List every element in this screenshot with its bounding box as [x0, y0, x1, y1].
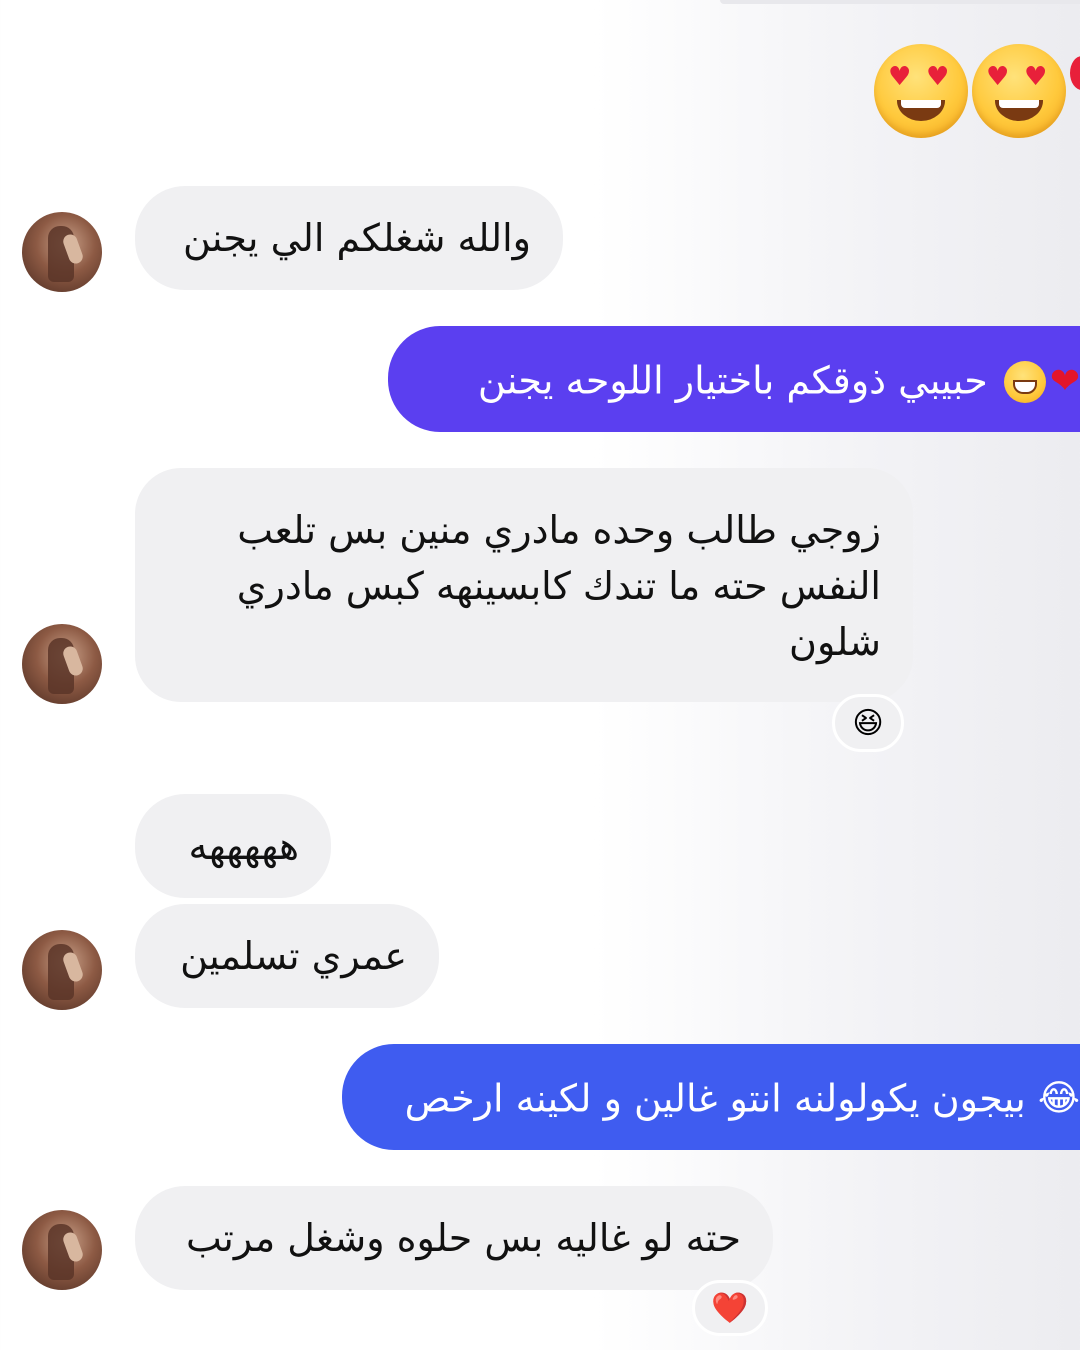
grinning-face-icon [1003, 360, 1046, 403]
laughing-reaction-badge[interactable]: 😆 [832, 694, 904, 752]
tears-of-joy-icon: 😂 [1037, 1077, 1080, 1119]
message-text: حبيبي ذوقكم باختيار اللوحه يجنن [477, 358, 988, 403]
laughing-face-icon: 😆 [852, 705, 884, 741]
message-text: عمري تسلمين [180, 934, 407, 978]
message-line-2: النفس حته ما تندك كابسينهه كبس مادري [236, 564, 881, 608]
sent-message-bubble[interactable]: ❤ حبيبي ذوقكم باختيار اللوحه يجنن [388, 326, 1080, 432]
received-message-bubble[interactable]: عمري تسلمين [135, 904, 439, 1008]
message-text: بيجون يكولولنه انتو غالين و لكينه ارخص [404, 1076, 1026, 1121]
sender-avatar[interactable] [22, 930, 102, 1010]
sender-avatar[interactable] [22, 212, 102, 292]
message-text: حته لو غاليه بس حلوه وشغل مرتب [185, 1216, 741, 1260]
received-message-bubble[interactable]: هههههه [135, 794, 331, 898]
sender-avatar[interactable] [22, 624, 102, 704]
sent-message-emojis: ❤ [1000, 351, 1080, 410]
heart-eyes-emoji-2: ♥ ♥ [972, 44, 1066, 138]
received-message-bubble[interactable]: زوجي طالب وحده مادري منين بس تلعب النفس … [135, 468, 913, 702]
message-line-1: زوجي طالب وحده مادري منين بس تلعب [237, 508, 881, 552]
sender-avatar[interactable] [22, 1210, 102, 1290]
heart-reaction-badge[interactable]: ❤️ [692, 1280, 768, 1336]
red-heart-icon: ❤️ [711, 1290, 749, 1326]
previous-message-edge [720, 0, 1080, 4]
received-message-bubble[interactable]: حته لو غاليه بس حلوه وشغل مرتب [135, 1186, 773, 1290]
received-message-bubble[interactable]: والله شغلكم الي يجنن [135, 186, 563, 290]
message-text: هههههه [188, 824, 299, 868]
heart-eyes-emoji-1: ♥ ♥ [874, 44, 968, 138]
sent-message-bubble[interactable]: 😂 بيجون يكولولنه انتو غالين و لكينه ارخص [342, 1044, 1080, 1150]
message-text: والله شغلكم الي يجنن [182, 216, 531, 260]
message-line-3: شلون [789, 620, 881, 664]
heart-emoji-partial [1070, 56, 1080, 90]
red-heart-icon: ❤ [1049, 360, 1080, 402]
